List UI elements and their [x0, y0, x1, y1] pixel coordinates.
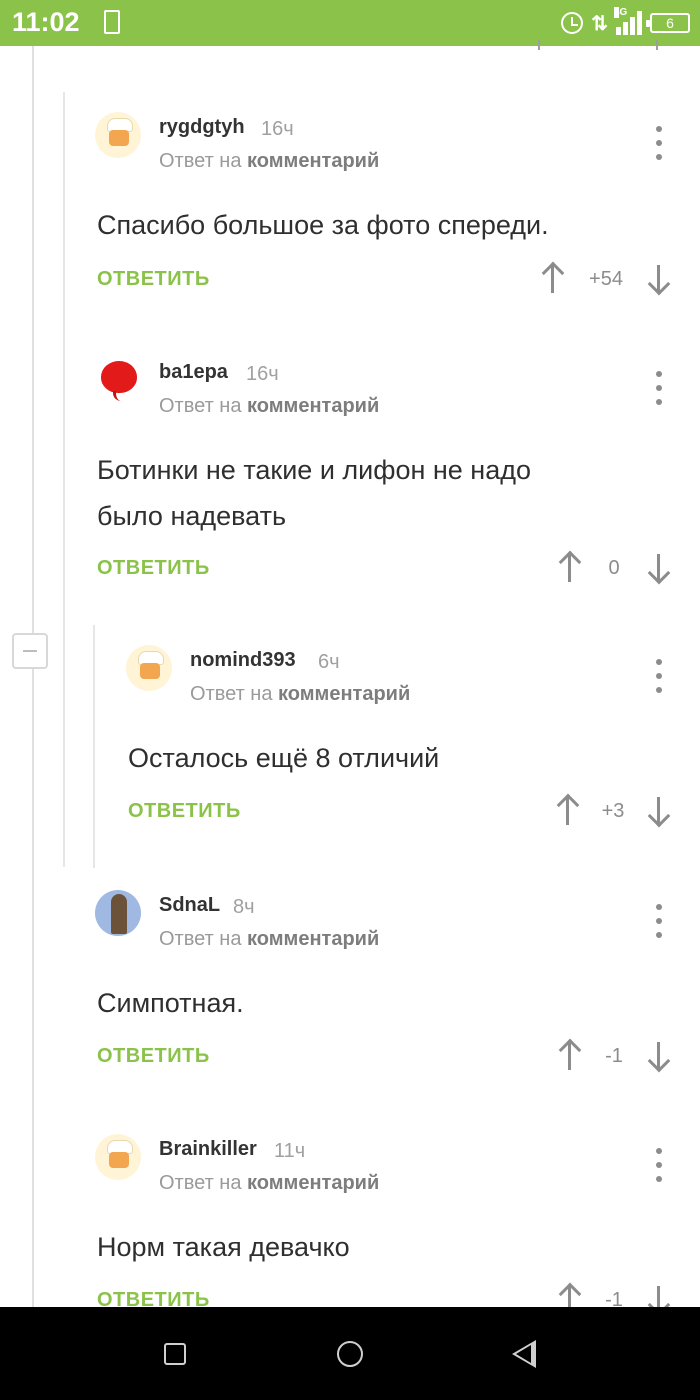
comment: SdnaL 8ч Ответ на комментарий Симпотная.…: [95, 890, 695, 1090]
comment-text: Спасибо большое за фото спереди.: [97, 210, 549, 240]
downvote-icon[interactable]: [646, 794, 670, 826]
comment: nomind393 6ч Ответ на комментарий Остало…: [126, 645, 696, 845]
chef-avatar[interactable]: [95, 112, 141, 158]
data-transfer-icon: ⇅: [591, 12, 608, 35]
thread-line[interactable]: [32, 46, 34, 1308]
system-navigation-bar: [0, 1307, 700, 1400]
comment: rygdgtyh 16ч Ответ на комментарий Спасиб…: [95, 112, 695, 312]
comment-time: 8ч: [233, 896, 255, 918]
battery-level: 6: [666, 15, 674, 31]
comment-text: Ботинки не такие и лифон не надо: [97, 455, 532, 485]
more-options-icon[interactable]: [649, 1148, 669, 1182]
home-button[interactable]: [337, 1341, 363, 1367]
comment-username[interactable]: ba1epa: [159, 361, 228, 384]
comment-rating: 0: [608, 557, 620, 579]
upvote-icon[interactable]: [540, 262, 564, 294]
thread-line[interactable]: [93, 625, 95, 868]
upvote-icon[interactable]: [557, 1039, 581, 1071]
signal-icon: 4G: [614, 7, 642, 35]
comment-username[interactable]: Brainkiller: [159, 1138, 257, 1161]
downvote-icon[interactable]: [646, 1039, 670, 1071]
more-options-icon[interactable]: [649, 371, 669, 405]
comment-username[interactable]: rygdgtyh: [159, 116, 245, 139]
more-options-icon[interactable]: [649, 659, 669, 693]
comment-username[interactable]: nomind393: [190, 649, 296, 672]
comment-time: 16ч: [261, 118, 294, 140]
status-icons: ⇅ 4G 6: [561, 7, 690, 38]
comment-username[interactable]: SdnaL: [159, 894, 220, 917]
network-type: 4G: [614, 7, 628, 18]
comment-time: 6ч: [318, 651, 340, 673]
chef-avatar[interactable]: [126, 645, 172, 691]
downvote-icon[interactable]: [646, 551, 670, 583]
upvote-icon[interactable]: [555, 794, 579, 826]
sim-icon: [104, 10, 120, 34]
status-time: 11:02: [12, 7, 80, 37]
reply-button[interactable]: ОТВЕТИТЬ: [97, 1045, 210, 1068]
more-options-icon[interactable]: [649, 904, 669, 938]
comment: Brainkiller 11ч Ответ на комментарий Нор…: [95, 1134, 695, 1334]
more-options-icon[interactable]: [649, 126, 669, 160]
comment-rating: +3: [601, 800, 625, 822]
comment: ba1epa 16ч Ответ на комментарий Ботинки …: [95, 357, 695, 597]
reply-button[interactable]: ОТВЕТИТЬ: [97, 557, 210, 580]
reply-to-link[interactable]: Ответ на комментарий: [159, 928, 379, 951]
reply-to-link[interactable]: Ответ на комментарий: [159, 395, 379, 418]
upvote-icon[interactable]: [557, 551, 581, 583]
recent-apps-button[interactable]: [164, 1343, 186, 1365]
reply-to-link[interactable]: Ответ на комментарий: [159, 150, 379, 173]
battery-icon: 6: [646, 13, 690, 33]
previous-comment-controls: [530, 40, 670, 52]
chef-avatar[interactable]: [95, 1134, 141, 1180]
balloon-avatar[interactable]: [95, 357, 141, 403]
reply-to-link[interactable]: Ответ на комментарий: [159, 1172, 379, 1195]
comment-time: 11ч: [274, 1140, 306, 1162]
back-button[interactable]: [512, 1340, 536, 1368]
reply-button[interactable]: ОТВЕТИТЬ: [97, 268, 210, 291]
comment-text: Осталось ещё 8 отличий: [128, 743, 440, 773]
comment-rating: -1: [605, 1045, 623, 1067]
reply-to-link[interactable]: Ответ на комментарий: [190, 683, 410, 706]
collapse-thread-button[interactable]: [12, 633, 48, 669]
comment-rating: +54: [589, 268, 623, 290]
comment-text: Симпотная.: [97, 988, 244, 1018]
alarm-icon: [561, 12, 584, 34]
comment-time: 16ч: [246, 363, 279, 385]
comment-text: Норм такая девачко: [97, 1232, 350, 1262]
photo-avatar[interactable]: [95, 890, 141, 936]
thread-line[interactable]: [63, 92, 65, 867]
comment-text: было надевать: [97, 501, 287, 531]
downvote-icon[interactable]: [646, 262, 670, 294]
reply-button[interactable]: ОТВЕТИТЬ: [128, 800, 241, 823]
